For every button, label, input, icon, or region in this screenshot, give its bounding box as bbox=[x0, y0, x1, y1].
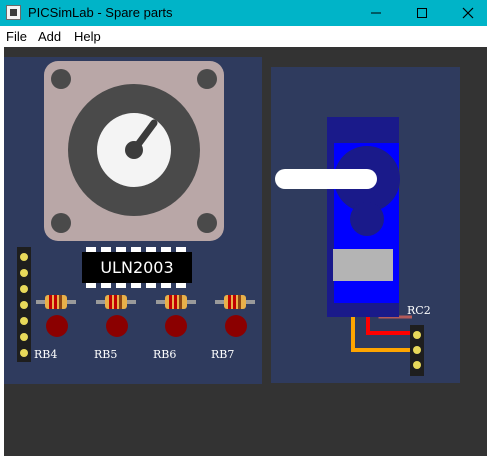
title-bar: PICSimLab - Spare parts bbox=[0, 0, 491, 26]
servo-pin-header bbox=[410, 325, 424, 376]
window-title: PICSimLab - Spare parts bbox=[28, 5, 173, 20]
resistor bbox=[36, 295, 76, 309]
led-label-rb7: RB7 bbox=[211, 348, 235, 361]
menu-bar: File Add Help bbox=[0, 26, 491, 47]
servo-board-graphic bbox=[275, 117, 424, 376]
app-icon bbox=[6, 5, 21, 20]
menu-add[interactable]: Add bbox=[38, 29, 61, 44]
uln2003-label: ULN2003 bbox=[100, 258, 174, 277]
servo-panel: RC2 bbox=[271, 67, 460, 383]
led-rb4 bbox=[46, 315, 68, 337]
led-label-rb5: RB5 bbox=[94, 348, 118, 361]
maximize-icon bbox=[417, 8, 427, 18]
minimize-icon bbox=[371, 12, 381, 14]
led-rb5 bbox=[106, 315, 128, 337]
servo-motor[interactable] bbox=[327, 117, 400, 317]
servo-pin-label: RC2 bbox=[407, 304, 431, 317]
workspace: ULN2003 RB4 RB5 RB6 RB7 RC2 bbox=[4, 47, 491, 456]
minimize-button[interactable] bbox=[353, 0, 399, 26]
led-rb7 bbox=[225, 315, 247, 337]
led-label-rb6: RB6 bbox=[153, 348, 177, 361]
stepper-motor[interactable] bbox=[44, 61, 224, 241]
led-label-rb4: RB4 bbox=[34, 348, 58, 361]
menu-help[interactable]: Help bbox=[74, 29, 101, 44]
pin-header bbox=[17, 247, 31, 362]
resistor bbox=[215, 295, 255, 309]
menu-file[interactable]: File bbox=[6, 29, 27, 44]
stepper-panel: ULN2003 RB4 RB5 RB6 RB7 bbox=[4, 57, 262, 384]
close-icon bbox=[462, 7, 474, 19]
led-rb6 bbox=[165, 315, 187, 337]
stepper-board-graphic bbox=[17, 61, 255, 362]
resistor bbox=[96, 295, 136, 309]
window-border-right bbox=[487, 0, 491, 456]
maximize-button[interactable] bbox=[399, 0, 445, 26]
close-button[interactable] bbox=[445, 0, 491, 26]
resistor bbox=[156, 295, 196, 309]
servo-horn bbox=[275, 169, 377, 189]
